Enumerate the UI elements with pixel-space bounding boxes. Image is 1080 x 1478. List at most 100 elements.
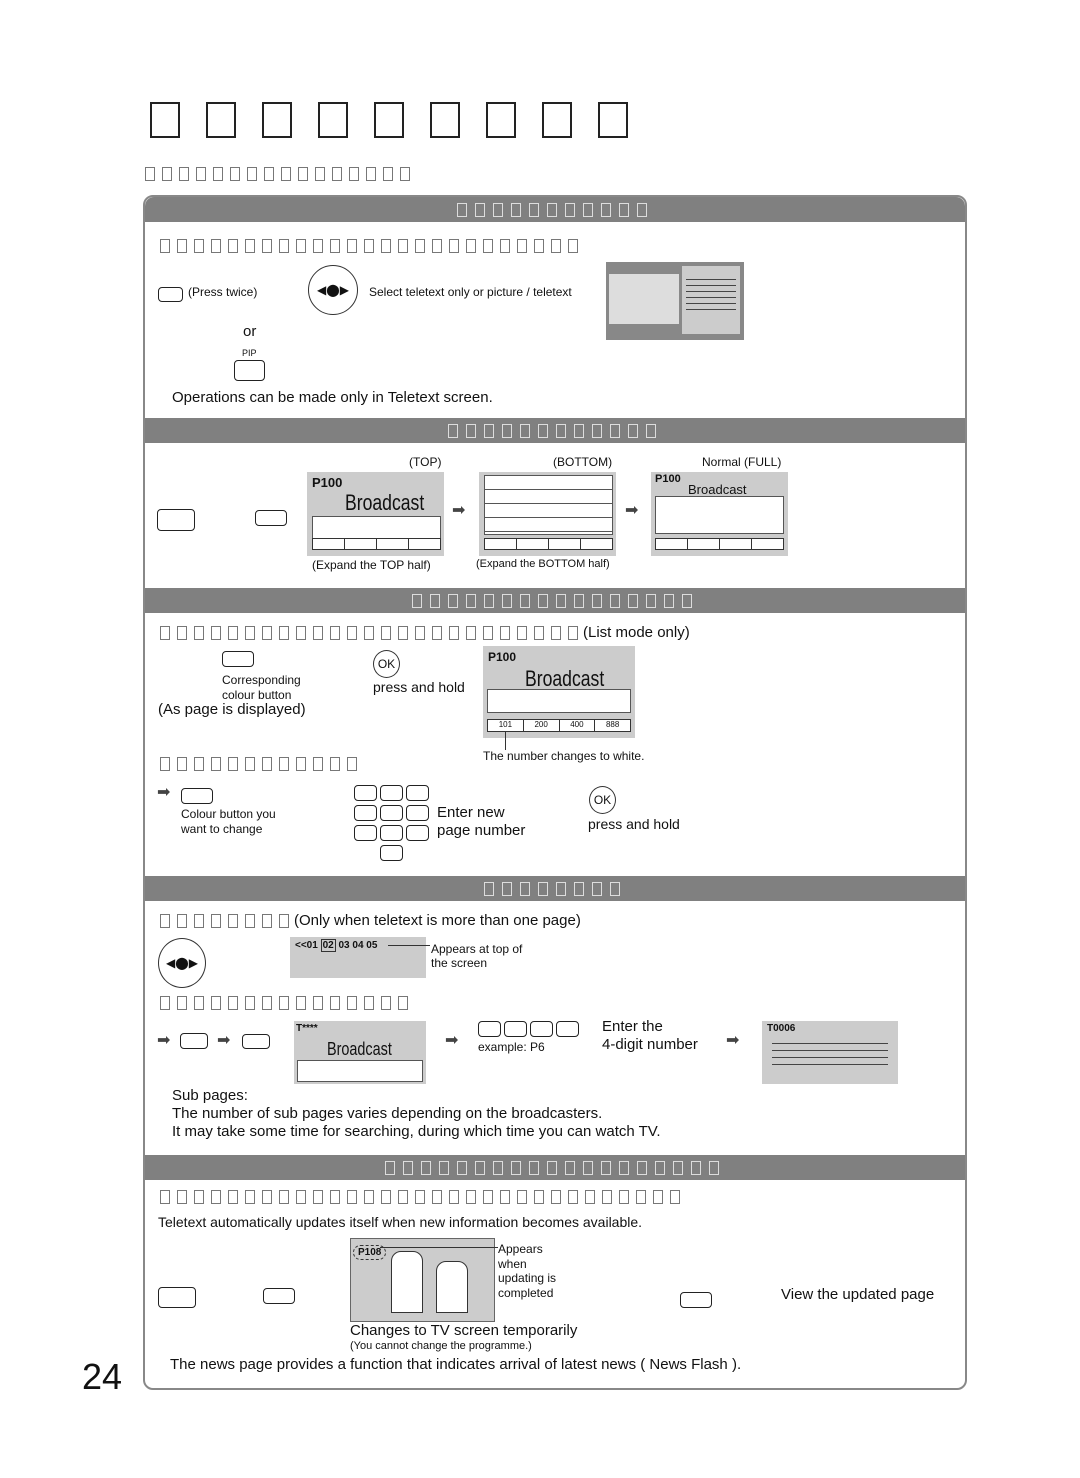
missing-glyph: [493, 1160, 503, 1175]
missing-glyph: [398, 1190, 408, 1204]
missing-glyph: [430, 102, 460, 138]
arrow-icon: ➡: [452, 502, 466, 519]
number-key[interactable]: [556, 1021, 579, 1037]
number-key[interactable]: [380, 825, 403, 841]
missing-glyph: [262, 757, 272, 771]
number-key[interactable]: [354, 785, 377, 801]
missing-glyph: [349, 167, 359, 181]
missing-glyph: [542, 102, 572, 138]
missing-glyph: [160, 1190, 170, 1204]
colour-button[interactable]: [180, 1033, 208, 1049]
missing-glyph: [565, 202, 575, 217]
teletext-button[interactable]: [157, 509, 195, 531]
teletext-button[interactable]: [158, 287, 183, 302]
subheading-glyphs: [160, 1190, 685, 1204]
missing-glyph: [194, 913, 204, 928]
cursor-button[interactable]: ◀⬤▶: [158, 938, 206, 988]
arrow-icon: ➡: [157, 1032, 171, 1049]
number-keypad[interactable]: [354, 785, 434, 861]
missing-glyph: [315, 167, 325, 181]
missing-glyph: [347, 757, 357, 771]
missing-glyph: [449, 239, 459, 253]
missing-glyph: [313, 996, 323, 1010]
missing-glyph: [585, 1190, 595, 1204]
missing-glyph: [439, 1160, 449, 1175]
missing-glyph: [228, 239, 238, 253]
missing-glyph: [517, 1190, 527, 1204]
missing-glyph: [547, 1160, 557, 1175]
missing-glyph: [415, 1190, 425, 1204]
sub-pages-note: The number of sub pages varies depending…: [172, 1105, 603, 1122]
news-flash-note: The news page provides a function that i…: [170, 1356, 742, 1373]
arrow-icon: ➡: [625, 502, 639, 519]
missing-glyph: [385, 1160, 395, 1175]
missing-glyph: [583, 202, 593, 217]
missing-glyph: [565, 1160, 575, 1175]
number-key[interactable]: [504, 1021, 527, 1037]
number-key[interactable]: [530, 1021, 553, 1037]
number-key[interactable]: [406, 785, 429, 801]
section-header-3: [145, 588, 965, 613]
missing-glyph: [383, 167, 393, 181]
missing-glyph: [162, 167, 172, 181]
missing-glyph: [245, 913, 255, 928]
missing-glyph: [619, 1160, 629, 1175]
missing-glyph: [551, 625, 561, 640]
number-key[interactable]: [380, 785, 403, 801]
missing-glyph: [486, 102, 516, 138]
cursor-button[interactable]: ◀⬤▶: [308, 265, 358, 315]
missing-glyph: [194, 1190, 204, 1204]
number-key[interactable]: [354, 825, 377, 841]
missing-glyph: [364, 625, 374, 640]
missing-glyph: [228, 757, 238, 771]
colour-button[interactable]: [181, 788, 213, 804]
four-digit-keys[interactable]: [478, 1021, 580, 1037]
section-header-5: [145, 1155, 965, 1180]
missing-glyph: [213, 167, 223, 181]
number-key[interactable]: [380, 805, 403, 821]
missing-glyph: [228, 996, 238, 1010]
missing-glyph: [318, 102, 348, 138]
missing-glyph: [466, 239, 476, 253]
missing-glyph: [457, 202, 467, 217]
pip-label: PIP: [242, 348, 257, 358]
pip-button[interactable]: [234, 360, 265, 381]
missing-glyph: [381, 239, 391, 253]
missing-glyph: [610, 423, 620, 438]
top-label: (TOP): [409, 455, 442, 469]
colour-button[interactable]: [222, 651, 254, 667]
missing-glyph: [381, 625, 391, 640]
missing-glyph: [330, 239, 340, 253]
number-key[interactable]: [406, 825, 429, 841]
ok-button[interactable]: OK: [373, 650, 400, 678]
update-button[interactable]: [680, 1292, 712, 1308]
missing-glyph: [366, 167, 376, 181]
colour-button[interactable]: [242, 1034, 270, 1049]
sub-pages-note-2: It may take some time for searching, dur…: [172, 1123, 661, 1140]
missing-glyph: [534, 239, 544, 253]
teletext-button[interactable]: [158, 1287, 196, 1308]
missing-glyph: [432, 239, 442, 253]
missing-glyph: [245, 996, 255, 1010]
number-key[interactable]: [380, 845, 403, 861]
missing-glyph: [483, 239, 493, 253]
update-button[interactable]: [263, 1288, 295, 1304]
number-key[interactable]: [354, 805, 377, 821]
missing-glyph: [262, 102, 292, 138]
missing-glyph: [296, 239, 306, 253]
missing-glyph: [646, 423, 656, 438]
colour-change-label: Colour button you: [181, 807, 276, 821]
number-key[interactable]: [406, 805, 429, 821]
missing-glyph: [449, 1190, 459, 1204]
picture-teletext-image: [606, 262, 744, 340]
missing-glyph: [177, 1190, 187, 1204]
missing-glyph: [228, 625, 238, 640]
size-button[interactable]: [255, 510, 287, 526]
ok-button[interactable]: OK: [589, 786, 616, 814]
missing-glyph: [145, 167, 155, 181]
missing-glyph: [637, 1160, 647, 1175]
missing-glyph: [520, 881, 530, 896]
missing-glyph: [628, 423, 638, 438]
missing-glyph: [475, 202, 485, 217]
number-key[interactable]: [478, 1021, 501, 1037]
